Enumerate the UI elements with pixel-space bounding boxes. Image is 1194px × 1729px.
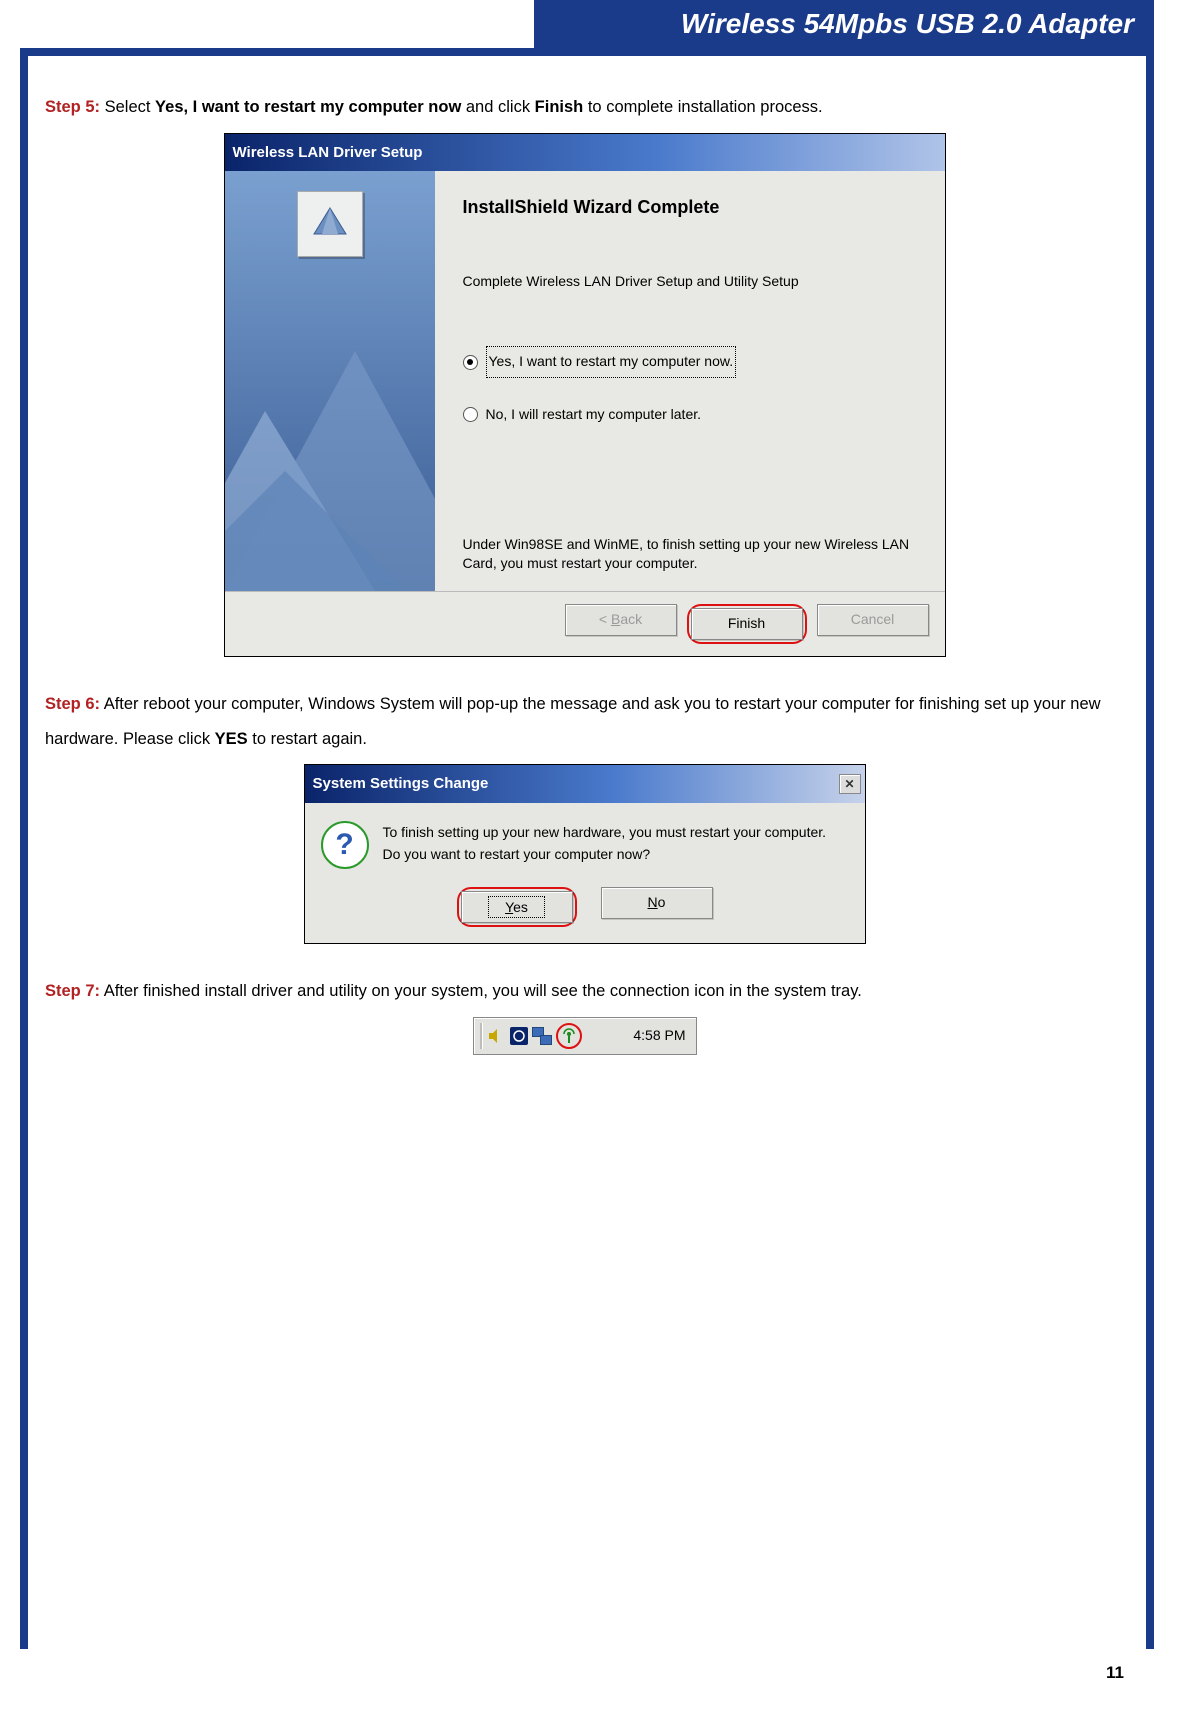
step6-paragraph: Step 6: After reboot your computer, Wind… (45, 687, 1124, 756)
no-button-label: No (648, 888, 666, 917)
header-banner: Wireless 54Mpbs USB 2.0 Adapter (534, 0, 1154, 48)
figure-msg-wrap: System Settings Change ✕ ? To finish set… (45, 764, 1124, 944)
side-background-graphic (225, 291, 435, 591)
msg-line2: Do you want to restart your computer now… (383, 843, 827, 865)
banner-title: Wireless 54Mpbs USB 2.0 Adapter (681, 8, 1134, 40)
yes-button[interactable]: Yes (461, 891, 573, 923)
wizard-titlebar: Wireless LAN Driver Setup (225, 134, 945, 172)
radio-restart-now-label: Yes, I want to restart my computer now. (486, 346, 737, 377)
step5-post: to complete installation process. (583, 98, 822, 116)
radio-restart-later-label: No, I will restart my computer later. (486, 400, 702, 429)
tray-clock: 4:58 PM (633, 1021, 689, 1050)
tray-separator (480, 1023, 482, 1049)
step5-paragraph: Step 5: Select Yes, I want to restart my… (45, 90, 1124, 125)
radio-restart-now[interactable]: Yes, I want to restart my computer now. (463, 346, 917, 377)
document-page: Wireless 54Mpbs USB 2.0 Adapter Step 5: … (0, 0, 1194, 1729)
msg-text: To finish setting up your new hardware, … (383, 821, 827, 869)
finish-highlight: Finish (687, 604, 807, 644)
wizard-body: InstallShield Wizard Complete Complete W… (225, 171, 945, 591)
frame-right (1146, 48, 1154, 1649)
yes-highlight: Yes (457, 887, 577, 927)
finish-button[interactable]: Finish (691, 608, 803, 640)
cancel-button-label: Cancel (851, 605, 895, 634)
step7-text: After finished install driver and utilit… (100, 982, 862, 1000)
content-area: Step 5: Select Yes, I want to restart my… (45, 90, 1124, 1085)
figure-wizard-wrap: Wireless LAN Driver Setup InstallS (45, 133, 1124, 658)
close-button[interactable]: ✕ (839, 774, 861, 794)
step6-label: Step 6: (45, 695, 100, 713)
msg-titlebar: System Settings Change ✕ (305, 765, 865, 803)
step5-pre: Select (100, 98, 155, 116)
installshield-logo-icon (297, 191, 363, 257)
cancel-button: Cancel (817, 604, 929, 636)
wizard-note: Under Win98SE and WinME, to finish setti… (463, 535, 917, 573)
step5-label: Step 5: (45, 98, 100, 116)
system-settings-dialog: System Settings Change ✕ ? To finish set… (304, 764, 866, 944)
radio-unselected-icon (463, 407, 478, 422)
finish-button-label: Finish (728, 609, 765, 638)
figure-tray-wrap: 4:58 PM (45, 1017, 1124, 1055)
display-icon[interactable] (510, 1027, 528, 1045)
frame-top (20, 48, 1154, 56)
step5-selection: Yes, I want to restart my computer now (155, 98, 461, 116)
network-icon[interactable] (532, 1026, 552, 1046)
no-button[interactable]: No (601, 887, 713, 919)
msg-title-text: System Settings Change (313, 768, 489, 800)
system-tray: 4:58 PM (473, 1017, 697, 1055)
wizard-subtext: Complete Wireless LAN Driver Setup and U… (463, 267, 917, 296)
step6-line1: After reboot your computer, Windows Syst… (45, 695, 1101, 748)
wireless-connection-icon[interactable] (560, 1027, 578, 1045)
wireless-icon-highlight (556, 1023, 582, 1049)
step5-button-name: Finish (535, 98, 584, 116)
step5-mid: and click (461, 98, 534, 116)
msg-buttons: Yes No (305, 879, 865, 943)
msg-body: ? To finish setting up your new hardware… (305, 803, 865, 879)
install-wizard-window: Wireless LAN Driver Setup InstallS (224, 133, 946, 658)
msg-line1: To finish setting up your new hardware, … (383, 821, 827, 843)
radio-restart-later[interactable]: No, I will restart my computer later. (463, 400, 917, 429)
radio-selected-icon (463, 355, 478, 370)
step7-label: Step 7: (45, 982, 100, 1000)
wizard-side-panel (225, 171, 435, 591)
volume-icon[interactable] (486, 1026, 506, 1046)
step6-yes: YES (215, 730, 248, 748)
question-icon: ? (321, 821, 369, 869)
back-button: < Back (565, 604, 677, 636)
wizard-footer: < Back Finish Cancel (225, 591, 945, 656)
step7-paragraph: Step 7: After finished install driver an… (45, 974, 1124, 1009)
frame-left (20, 48, 28, 1649)
page-number: 11 (1106, 1663, 1124, 1683)
wizard-heading: InstallShield Wizard Complete (463, 189, 917, 227)
close-icon: ✕ (844, 772, 854, 797)
yes-button-label: Yes (488, 896, 545, 918)
wizard-main-panel: InstallShield Wizard Complete Complete W… (435, 171, 945, 591)
back-button-label: < Back (599, 605, 642, 634)
step6-line2: to restart again. (248, 730, 367, 748)
